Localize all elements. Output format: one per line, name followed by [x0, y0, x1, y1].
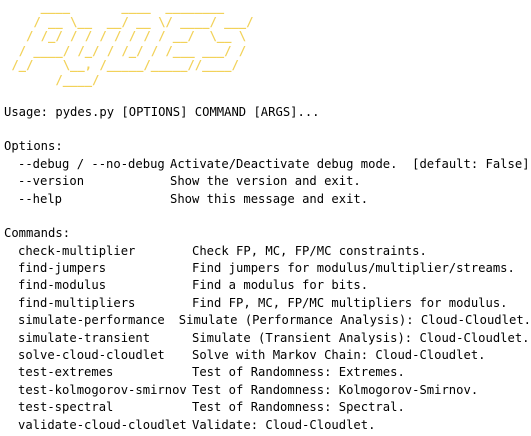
- command-name: simulate-transient: [18, 330, 151, 345]
- command-name: check-multiplier: [18, 243, 136, 258]
- command-name: find-jumpers: [18, 261, 107, 276]
- command-row: find-jumpers Find jumpers for modulus/mu…: [4, 260, 531, 277]
- option-description: Activate/Deactivate debug mode. [default…: [170, 156, 530, 171]
- command-name: simulate-performance: [18, 313, 165, 328]
- command-description: Find jumpers for modulus/multiplier/stre…: [192, 261, 515, 276]
- usage-line: Usage: pydes.py [OPTIONS] COMMAND [ARGS]…: [4, 104, 320, 119]
- option-row: --version Show the version and exit.: [4, 173, 531, 190]
- command-description: Simulate (Performance Analysis): Cloud-C…: [178, 313, 531, 328]
- option-description: Show the version and exit.: [170, 174, 361, 189]
- banner-line: / ____/ /_/ / /_/ / /___ ___/ /: [4, 43, 247, 58]
- command-name: find-multipliers: [18, 295, 136, 310]
- command-row: check-multiplier Check FP, MC, FP/MC con…: [4, 243, 531, 260]
- commands-heading: Commands:: [4, 226, 71, 241]
- option-description: Show this message and exit.: [170, 191, 369, 206]
- command-row: validate-cloud-cloudlet Validate: Cloud-…: [4, 417, 531, 434]
- ascii-banner-logo: ____ ____ ________ / __ \__ __/ __ \/ __…: [4, 0, 531, 88]
- command-description: Solve with Markov Chain: Cloud-Cloudlet.: [192, 348, 486, 363]
- command-name: validate-cloud-cloudlet: [18, 417, 187, 432]
- command-row: find-modulus Find a modulus for bits.: [4, 277, 531, 294]
- banner-line: / __ \__ __/ __ \/ ____/ ___/: [4, 14, 254, 29]
- option-name: --debug / --no-debug: [18, 156, 165, 171]
- command-name: find-modulus: [18, 278, 107, 293]
- command-name: test-spectral: [18, 400, 114, 415]
- command-description: Test of Randomness: Kolmogorov-Smirnov.: [192, 382, 479, 397]
- command-row: simulate-transient Simulate (Transient A…: [4, 330, 531, 347]
- option-name: --help: [18, 191, 63, 206]
- banner-line: ____ ____ ________: [4, 0, 225, 14]
- command-description: Find a modulus for bits.: [192, 278, 369, 293]
- command-description: Test of Randomness: Spectral.: [192, 400, 405, 415]
- command-row: solve-cloud-cloudlet Solve with Markov C…: [4, 347, 531, 364]
- command-description: Find FP, MC, FP/MC multipliers for modul…: [192, 295, 508, 310]
- command-description: Simulate (Transient Analysis): Cloud-Clo…: [192, 330, 530, 345]
- command-row: test-kolmogorov-smirnov Test of Randomne…: [4, 382, 531, 399]
- options-heading: Options:: [4, 139, 63, 154]
- command-name: test-kolmogorov-smirnov: [18, 382, 187, 397]
- command-name: test-extremes: [18, 365, 114, 380]
- option-name: --version: [18, 174, 85, 189]
- command-description: Check FP, MC, FP/MC constraints.: [192, 243, 427, 258]
- terminal-output: ____ ____ ________ / __ \__ __/ __ \/ __…: [4, 0, 531, 436]
- command-name: solve-cloud-cloudlet: [18, 348, 165, 363]
- command-row: find-multipliers Find FP, MC, FP/MC mult…: [4, 295, 531, 312]
- option-row: --debug / --no-debug Activate/Deactivate…: [4, 156, 531, 173]
- command-row: test-extremes Test of Randomness: Extrem…: [4, 364, 531, 381]
- banner-line: / /_/ / / / / / / / __/ \__ \: [4, 29, 247, 44]
- command-row: simulate-performance Simulate (Performan…: [4, 312, 531, 329]
- banner-line: /_/ \__, /_____/_____//____/: [4, 58, 239, 73]
- command-description: Test of Randomness: Extremes.: [192, 365, 405, 380]
- command-row: test-spectral Test of Randomness: Spectr…: [4, 399, 531, 416]
- option-row: --help Show this message and exit.: [4, 191, 531, 208]
- command-description: Validate: Cloud-Cloudlet.: [192, 417, 376, 432]
- banner-line: /____/: [4, 72, 100, 87]
